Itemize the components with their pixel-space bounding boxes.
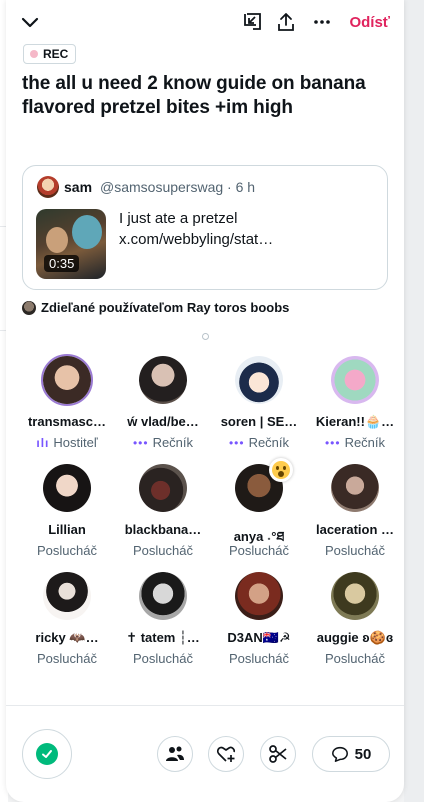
participant-name: ẃ vlad/be… (127, 414, 199, 429)
speaker-icon: ••• (228, 435, 245, 450)
avatar (139, 572, 187, 620)
participant[interactable]: anya ˖°ཐ Poslucháč (211, 458, 307, 568)
participant[interactable]: D3AN🇦🇺☭ Poslucháč (211, 572, 307, 676)
participants-button[interactable] (157, 736, 193, 772)
avatar (331, 572, 379, 620)
participant[interactable]: Kieran!!🧁… ••• Rečník (307, 356, 403, 460)
space-topbar: Odísť (6, 0, 404, 44)
avatar (331, 356, 379, 404)
participant-name: auggie ʚ🍪ɞ (316, 630, 394, 645)
avatar (235, 356, 283, 404)
avatar (43, 356, 91, 404)
comments-button[interactable]: 50 (312, 736, 390, 772)
space-screen: Odísť REC the all u need 2 know guide on… (0, 0, 424, 802)
chevron-down-icon[interactable] (20, 12, 40, 32)
participant-name: ✝ tatem ┆… (126, 630, 200, 645)
record-dot-icon (30, 50, 38, 58)
avatar (235, 572, 283, 620)
divider (6, 705, 404, 706)
participant[interactable]: ricky 🦇… Poslucháč (19, 572, 115, 676)
participant-role: Poslucháč (325, 651, 385, 666)
avatar (43, 464, 91, 512)
pinned-tweet-card[interactable]: sam @samsosuperswag · 6 h 0:35 I just at… (22, 165, 388, 290)
reaction-emoji-icon (269, 458, 293, 482)
video-thumbnail[interactable]: 0:35 (36, 209, 106, 279)
avatar (139, 356, 187, 404)
more-icon[interactable] (312, 12, 332, 32)
avatar (43, 572, 91, 620)
speaker-icon: ••• (132, 435, 149, 450)
participant-name: D3AN🇦🇺☭ (227, 630, 291, 645)
avatar[interactable] (37, 176, 59, 198)
participant-name: laceration … (315, 522, 395, 537)
participant[interactable]: Lillian Poslucháč (19, 464, 115, 568)
participant[interactable]: laceration … Poslucháč (307, 464, 403, 568)
avatar (22, 300, 36, 315)
participant[interactable]: transmasc… ılı Hostiteľ (19, 354, 115, 460)
participant-name: ricky 🦇… (35, 630, 99, 645)
participant-role: Poslucháč (37, 543, 97, 558)
participant-role: Poslucháč (325, 543, 385, 558)
comment-icon (331, 746, 348, 762)
shared-by-label: Zdieľané používateľom Ray toros boobs (41, 300, 290, 315)
participant-name: Kieran!!🧁… (315, 414, 395, 429)
video-duration: 0:35 (44, 255, 80, 272)
participant[interactable]: blackbana… Poslucháč (115, 464, 211, 568)
participant-name: blackbana… (124, 522, 202, 537)
recording-label: REC (43, 47, 69, 61)
participant-name: transmasc… (27, 414, 107, 429)
scissors-icon (269, 745, 287, 763)
participant[interactable]: auggie ʚ🍪ɞ Poslucháč (307, 572, 403, 676)
avatar (139, 464, 187, 512)
minimize-icon[interactable] (242, 12, 262, 32)
tweet-link[interactable]: x.com/webbyling/stat… (119, 229, 273, 250)
shared-by: Zdieľané používateľom Ray toros boobs (22, 300, 289, 315)
participant-role: Poslucháč (229, 543, 289, 558)
participant-role: ••• Rečník (132, 435, 194, 450)
space-title: the all u need 2 know guide on banana fl… (22, 73, 366, 118)
participant-role: ••• Rečník (228, 435, 290, 450)
participant[interactable]: soren | SE… ••• Rečník (211, 356, 307, 460)
participant[interactable]: ẃ vlad/be… ••• Rečník (115, 356, 211, 460)
mic-button[interactable] (22, 729, 72, 779)
thumbnail-figure (72, 215, 102, 249)
recording-badge: REC (23, 44, 77, 64)
background-edge (404, 0, 424, 802)
speaker-icon: ••• (324, 435, 341, 450)
check-icon (42, 750, 52, 758)
comment-count: 50 (354, 745, 372, 763)
people-icon (166, 746, 184, 761)
participant-role: ••• Rečník (324, 435, 386, 450)
share-icon[interactable] (276, 12, 296, 32)
participant-name: Lillian (48, 522, 86, 537)
tweet-author-name: sam (64, 179, 93, 195)
space-card: Odísť REC the all u need 2 know guide on… (6, 0, 404, 802)
leave-button[interactable]: Odísť (349, 14, 390, 31)
tweet-author-handle: @samsosuperswag · 6 h (100, 179, 256, 195)
participant-name: soren | SE… (220, 414, 298, 429)
participant-role: Poslucháč (133, 651, 193, 666)
participant-role: ılı Hostiteľ (36, 435, 98, 450)
participant-role: Poslucháč (229, 651, 289, 666)
tweet-text-line: I just ate a pretzel (119, 210, 238, 227)
thumbnail-figure (46, 227, 68, 253)
tweet-text: I just ate a pretzel x.com/webbyling/sta… (119, 208, 273, 250)
host-icon: ılı (36, 435, 50, 450)
participant-role: Poslucháč (37, 651, 97, 666)
avatar (331, 464, 379, 512)
clip-button[interactable] (260, 736, 296, 772)
page-indicator (202, 333, 209, 340)
participant-role: Poslucháč (133, 543, 193, 558)
react-button[interactable] (208, 736, 244, 772)
participant[interactable]: ✝ tatem ┆… Poslucháč (115, 572, 211, 676)
heart-plus-icon (216, 746, 236, 762)
